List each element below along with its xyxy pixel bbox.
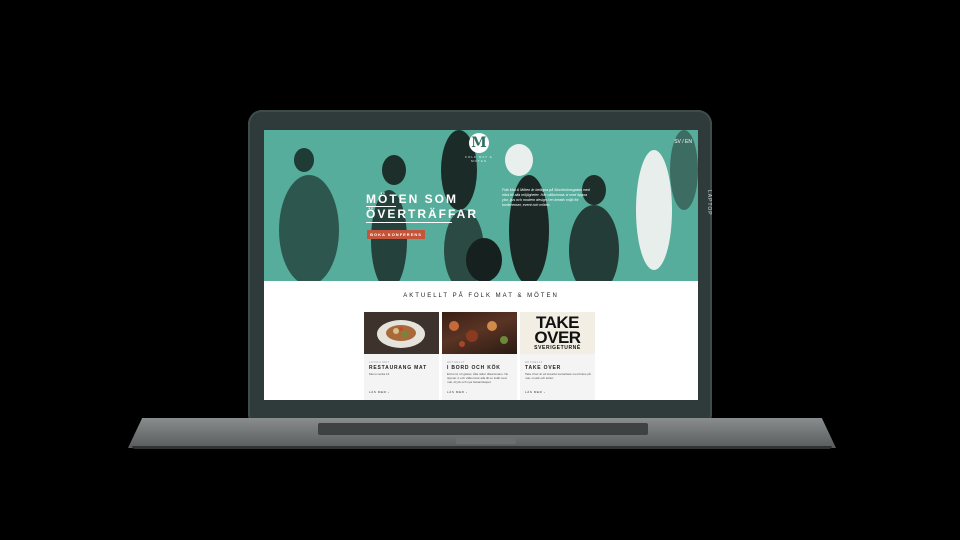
hero-headline-line-1: MÖTEN SOM [366, 192, 458, 206]
browser-screen: M FOLK MAT & MÖTEN SV / EN MÖTEN SOM ÖVE… [264, 130, 698, 400]
laptop-keyboard [318, 423, 648, 435]
laptop-trackpad [456, 437, 516, 444]
laptop-side-label: LAPTOP [706, 190, 712, 216]
site-logo[interactable]: M [469, 133, 489, 153]
hero-intro-text: Folk Mat & Möten är belägna på Stockholm… [502, 188, 590, 207]
section-title: AKTUELLT PÅ FOLK MAT & MÖTEN [403, 293, 559, 299]
card-read-more-link[interactable]: LÄS MER › [525, 390, 545, 394]
card-title[interactable]: RESTAURANG MAT [369, 365, 427, 371]
card-title[interactable]: TAKE OVER [525, 365, 561, 371]
card-image-plate [364, 312, 439, 354]
take-over-image-text-2: OVER [534, 328, 581, 347]
language-switch[interactable]: SV / EN [674, 139, 692, 145]
card-kicker: LUNCH MAT [369, 360, 390, 364]
take-over-image-text-3: SVERIGETURNÉ [534, 345, 581, 351]
hero-headline: MÖTEN SOM ÖVERTRÄFFAR [366, 192, 478, 222]
book-conference-button[interactable]: BOKA KONFERENS [367, 230, 425, 239]
card-kicker: AKTUELLT [447, 360, 465, 364]
card-read-more-link[interactable]: LÄS MER › [447, 390, 467, 394]
card-description: Ett bord, 14 gäster, åtta rätter tillsam… [447, 372, 509, 384]
card-image-take-over: TAKE OVER SVERIGETURNÉ [520, 312, 595, 354]
news-card[interactable]: LUNCH MAT RESTAURANG MAT Menu vecka 14 L… [364, 312, 439, 400]
card-title[interactable]: I BORD OCH KÖK [447, 365, 501, 371]
hero-section: M FOLK MAT & MÖTEN SV / EN MÖTEN SOM ÖVE… [264, 130, 698, 281]
laptop-base-edge [132, 446, 832, 449]
site-logo-text: FOLK MAT & MÖTEN [465, 155, 493, 163]
news-card[interactable]: TAKE OVER SVERIGETURNÉ AKTUELLT TAKE OVE… [520, 312, 595, 400]
headline-underline [366, 222, 452, 223]
headline-underline [366, 206, 396, 207]
card-description: Menu vecka 14 [369, 372, 390, 376]
news-cards: LUNCH MAT RESTAURANG MAT Menu vecka 14 L… [364, 312, 600, 400]
card-image-food [442, 312, 517, 354]
card-kicker: AKTUELLT [525, 360, 543, 364]
hero-headline-line-2: ÖVERTRÄFFAR [366, 207, 478, 221]
news-card[interactable]: AKTUELLT I BORD OCH KÖK Ett bord, 14 gäs… [442, 312, 517, 400]
card-read-more-link[interactable]: LÄS MER › [369, 390, 389, 394]
card-description: Take Over är ett kreativt samarbete med … [525, 372, 591, 380]
